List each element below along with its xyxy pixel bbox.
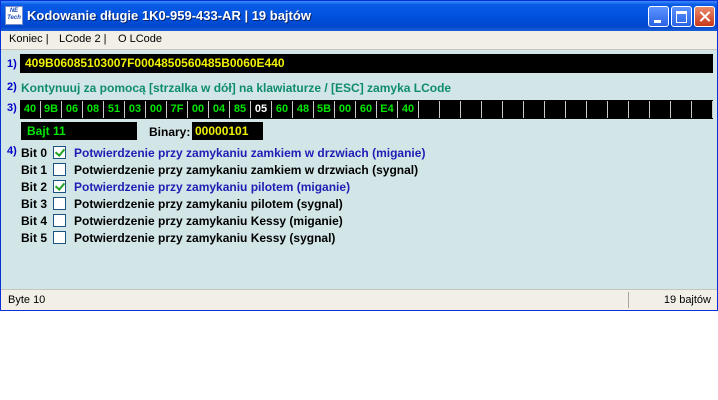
byte-cell[interactable]: 60	[356, 101, 377, 118]
byte-cell[interactable]: 04	[209, 101, 230, 118]
binary-value: 00000101	[192, 122, 263, 140]
bit-row: Bit 4 Potwierdzenie przy zamykaniu Kessy …	[21, 213, 711, 230]
lcode-window: NE Tech Kodowanie długie 1K0-959-433-AR …	[0, 0, 718, 311]
byte-cell[interactable]: 51	[104, 101, 125, 118]
bit-row: Bit 2 Potwierdzenie przy zamykaniu pilote…	[21, 179, 711, 196]
bit-description[interactable]: Potwierdzenie przy zamykaniu pilotem (mi…	[74, 180, 350, 194]
byte-cell[interactable]: 5B	[314, 101, 335, 118]
app-logo-icon: NE Tech	[5, 6, 23, 25]
byte-cell[interactable]: 05	[251, 101, 272, 118]
byte-cell[interactable]: 00	[188, 101, 209, 118]
empty-byte-cell[interactable]	[671, 101, 692, 118]
bit-checkbox[interactable]	[53, 146, 66, 159]
selected-byte-label: Bajt 11	[21, 122, 137, 140]
bit-description[interactable]: Potwierdzenie przy zamykaniu zamkiem w d…	[74, 146, 425, 160]
bit-row: Bit 0 Potwierdzenie przy zamykaniu zamkie…	[21, 145, 711, 162]
empty-byte-cell[interactable]	[692, 101, 713, 118]
empty-byte-cell[interactable]	[524, 101, 545, 118]
menu-item-lcode2[interactable]: LCode 2 |	[59, 33, 107, 45]
step-number-3: 3)	[7, 102, 17, 114]
byte-cell[interactable]: 08	[83, 101, 104, 118]
status-bar: Byte 10 19 bajtów	[1, 289, 717, 310]
bit-label: Bit 4	[21, 214, 48, 228]
empty-byte-cell[interactable]	[503, 101, 524, 118]
bit-row: Bit 3 Potwierdzenie przy zamykaniu pilote…	[21, 196, 711, 213]
menu-item-koniec[interactable]: Koniec |	[9, 33, 49, 45]
byte-cell[interactable]: E4	[377, 101, 398, 118]
byte-grid: 40 9B 06 08 51 03 00 7F 00 04 85 05 60 48 5B 00 60 E4 40	[20, 100, 713, 119]
bit-checkbox[interactable]	[53, 180, 66, 193]
step-number-4: 4)	[7, 145, 17, 157]
bit-checkbox[interactable]	[53, 231, 66, 244]
status-byte-count: 19 bajtów	[663, 294, 711, 306]
empty-byte-cell[interactable]	[650, 101, 671, 118]
window-title: Kodowanie długie 1K0-959-433-AR | 19 baj…	[27, 8, 311, 23]
byte-cell[interactable]: 00	[146, 101, 167, 118]
empty-byte-cell[interactable]	[587, 101, 608, 118]
bit-row: Bit 5 Potwierdzenie przy zamykaniu Kessy …	[21, 230, 711, 247]
step-number-2: 2)	[7, 81, 17, 93]
status-divider	[628, 292, 629, 308]
menu-bar: Koniec | LCode 2 | O LCode	[1, 31, 717, 50]
empty-byte-cell[interactable]	[419, 101, 440, 118]
close-button[interactable]	[694, 6, 715, 27]
navigation-hint: Kontynuuj za pomocą [strzalka w dół] na …	[21, 81, 452, 95]
bit-description[interactable]: Potwierdzenie przy zamykaniu Kessy (sygn…	[74, 231, 335, 245]
bit-description[interactable]: Potwierdzenie przy zamykaniu Kessy (miga…	[74, 214, 343, 228]
menu-item-o-lcode[interactable]: O LCode	[118, 33, 162, 45]
bit-label: Bit 1	[21, 163, 48, 177]
bit-row: Bit 1 Potwierdzenie przy zamykaniu zamkie…	[21, 162, 711, 179]
byte-cell[interactable]: 85	[230, 101, 251, 118]
empty-byte-cell[interactable]	[461, 101, 482, 118]
empty-byte-cell[interactable]	[440, 101, 461, 118]
empty-byte-cell[interactable]	[629, 101, 650, 118]
byte-cell[interactable]: 40	[20, 101, 41, 118]
bit-checkbox[interactable]	[53, 163, 66, 176]
title-bar[interactable]: NE Tech Kodowanie długie 1K0-959-433-AR …	[1, 1, 717, 31]
bit-checkbox[interactable]	[53, 214, 66, 227]
empty-byte-cell[interactable]	[545, 101, 566, 118]
bit-checkbox[interactable]	[53, 197, 66, 210]
bit-label: Bit 3	[21, 197, 48, 211]
byte-cell[interactable]: 03	[125, 101, 146, 118]
bit-label: Bit 2	[21, 180, 48, 194]
bit-label: Bit 0	[21, 146, 48, 160]
byte-cell[interactable]: 40	[398, 101, 419, 118]
empty-byte-cell[interactable]	[566, 101, 587, 118]
status-current-byte: Byte 10	[8, 294, 46, 306]
step-number-1: 1)	[7, 58, 17, 70]
maximize-button[interactable]	[671, 6, 692, 27]
byte-cell[interactable]: 00	[335, 101, 356, 118]
bit-description[interactable]: Potwierdzenie przy zamykaniu pilotem (sy…	[74, 197, 343, 211]
byte-cell[interactable]: 06	[62, 101, 83, 118]
bit-description[interactable]: Potwierdzenie przy zamykaniu zamkiem w d…	[74, 163, 418, 177]
empty-byte-cell[interactable]	[482, 101, 503, 118]
binary-label: Binary:	[149, 125, 191, 139]
byte-cell[interactable]: 9B	[41, 101, 62, 118]
minimize-button[interactable]	[648, 6, 669, 27]
bit-label: Bit 5	[21, 231, 48, 245]
empty-byte-cell[interactable]	[608, 101, 629, 118]
byte-cell[interactable]: 48	[293, 101, 314, 118]
byte-cell[interactable]: 7F	[167, 101, 188, 118]
byte-cell[interactable]: 60	[272, 101, 293, 118]
long-code-value: 409B06085103007F0004850560485B0060E440	[25, 56, 285, 70]
